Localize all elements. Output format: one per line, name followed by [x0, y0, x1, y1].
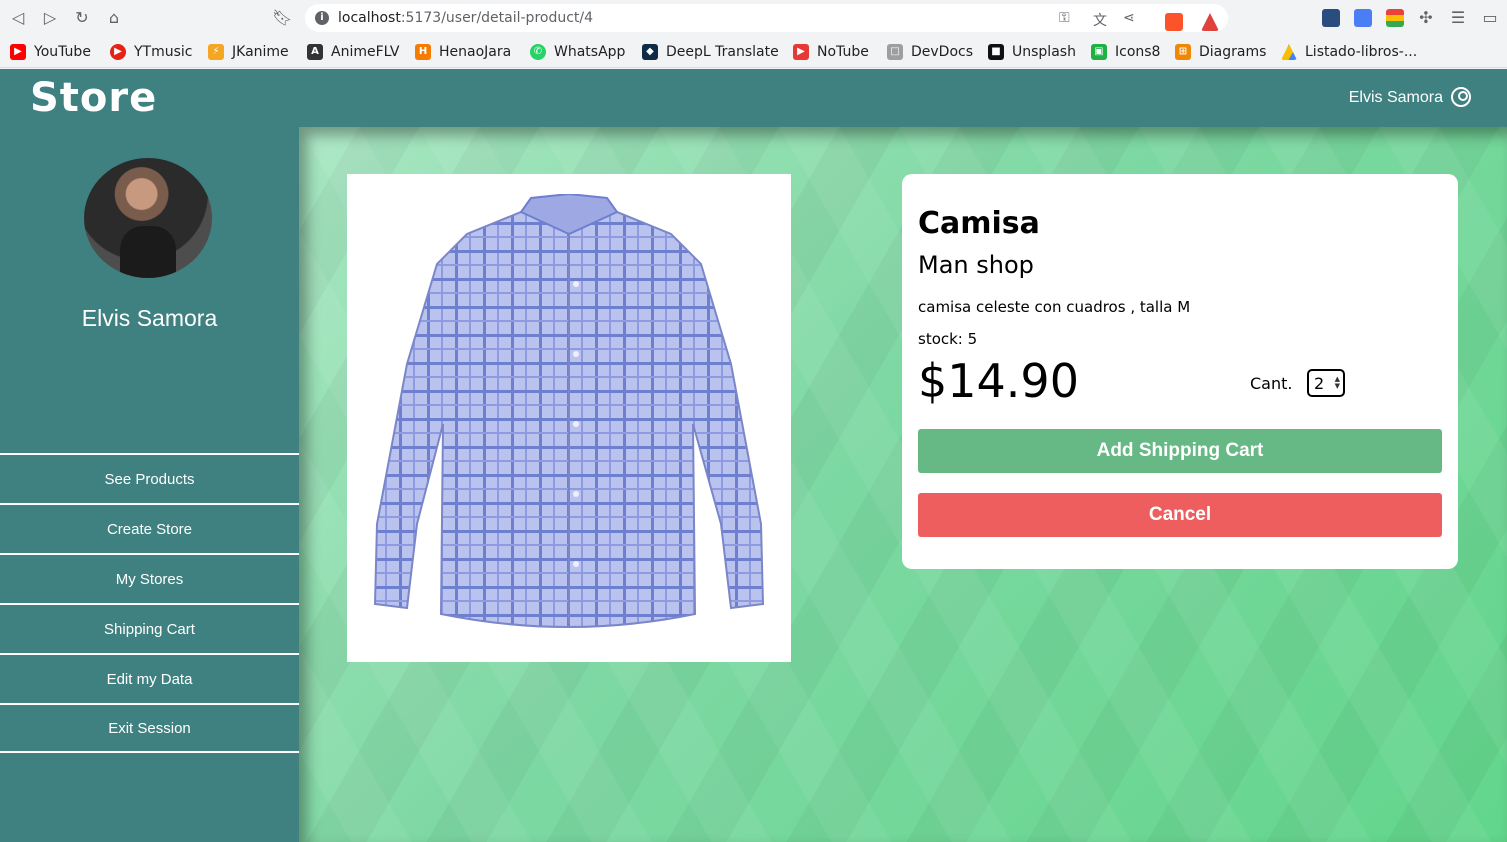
product-store: Man shop: [918, 251, 1034, 279]
unsplash-icon: ■: [988, 44, 1004, 60]
cancel-button[interactable]: Cancel: [918, 493, 1442, 537]
deepl-icon: ◆: [642, 44, 658, 60]
animeflv-icon: A: [307, 44, 323, 60]
product-stock: stock: 5: [918, 330, 978, 348]
sidebar-menu: See Products Create Store My Stores Ship…: [0, 453, 299, 753]
diagrams-icon: ⊞: [1175, 44, 1191, 60]
app-header: Store Elvis Samora: [0, 69, 1507, 127]
quantity-stepper[interactable]: 2 ▲ ▼: [1307, 369, 1345, 397]
translate-icon[interactable]: 文: [1093, 10, 1107, 30]
jkanime-icon: ⚡: [208, 44, 224, 60]
browser-toolbar: ◁ ▷ ↻ ⌂ 🔖︎ i localhost:5173/user/detail-…: [0, 0, 1507, 36]
bookmark-label: Unsplash: [1012, 44, 1076, 60]
brave-rewards-icon[interactable]: [1201, 13, 1219, 31]
sidebar-item-create-store[interactable]: Create Store: [0, 503, 299, 553]
bookmark-label: Diagrams: [1199, 44, 1267, 60]
sidebar: Elvis Samora See Products Create Store M…: [0, 127, 299, 842]
bookmark-devdocs[interactable]: □ DevDocs: [887, 42, 973, 62]
bookmark-label: DevDocs: [911, 44, 974, 60]
bookmark-unsplash[interactable]: ■ Unsplash: [988, 42, 1076, 62]
shirt-image: [373, 194, 765, 628]
bookmark-notube[interactable]: ▶ NoTube: [793, 42, 869, 62]
whatsapp-icon: ✆: [530, 44, 546, 60]
product-price: $14.90: [918, 354, 1079, 408]
ytmusic-icon: ▶: [110, 44, 126, 60]
quantity-label: Cant.: [1250, 374, 1293, 393]
bookmarks-bar: ▶ YouTube ▶ YTmusic ⚡ JKanime A AnimeFLV H He…: [0, 36, 1507, 68]
bookmark-label: DeepL Translate: [666, 44, 779, 60]
bookmark-label: WhatsApp: [554, 44, 626, 60]
wallet-icon[interactable]: ▭: [1480, 8, 1500, 28]
add-shipping-cart-button[interactable]: Add Shipping Cart: [918, 429, 1442, 473]
avatar: [84, 158, 212, 278]
bookmark-ytmusic[interactable]: ▶ YTmusic: [110, 42, 193, 62]
sidebar-item-edit-my-data[interactable]: Edit my Data: [0, 653, 299, 703]
bookmark-icons8[interactable]: ▣ Icons8: [1091, 42, 1160, 62]
sidebar-item-exit-session[interactable]: Exit Session: [0, 703, 299, 753]
notube-icon: ▶: [793, 44, 809, 60]
home-icon[interactable]: ⌂: [104, 8, 124, 28]
spinner-arrows-icon[interactable]: ▲ ▼: [1335, 376, 1340, 390]
product-detail-content: Camisa Man shop camisa celeste con cuadr…: [299, 127, 1507, 842]
back-icon[interactable]: ◁: [8, 8, 28, 28]
address-bar[interactable]: i localhost:5173/user/detail-product/4 ⚿…: [305, 4, 1228, 32]
extensions-puzzle-icon[interactable]: ✣: [1416, 8, 1436, 28]
bookmark-deepl[interactable]: ◆ DeepL Translate: [642, 42, 779, 62]
sidebar-item-shipping-cart[interactable]: Shipping Cart: [0, 603, 299, 653]
sidebar-item-see-products[interactable]: See Products: [0, 453, 299, 503]
youtube-icon: ▶: [10, 44, 26, 60]
url-text[interactable]: localhost:5173/user/detail-product/4: [338, 10, 593, 26]
site-info-icon[interactable]: i: [315, 11, 329, 25]
quantity-value: 2: [1314, 373, 1325, 393]
profile-name: Elvis Samora: [81, 305, 218, 331]
app-logo[interactable]: Store: [30, 75, 157, 121]
bookmark-label: AnimeFLV: [331, 44, 400, 60]
bookmark-youtube[interactable]: ▶ YouTube: [10, 42, 91, 62]
brave-shield-icon[interactable]: [1165, 13, 1183, 31]
key-icon[interactable]: ⚿: [1059, 10, 1070, 26]
forward-icon[interactable]: ▷: [40, 8, 60, 28]
product-title: Camisa: [918, 206, 1040, 241]
bookmark-henaojara[interactable]: H HenaoJara: [415, 42, 511, 62]
google-drive-icon: [1281, 44, 1297, 60]
extension-translate-icon[interactable]: [1354, 9, 1372, 27]
product-detail-card: Camisa Man shop camisa celeste con cuadr…: [902, 174, 1458, 569]
bookmark-jkanime[interactable]: ⚡ JKanime: [208, 42, 289, 62]
url-host: localhost: [338, 10, 401, 26]
header-user-name[interactable]: Elvis Samora: [1349, 89, 1443, 107]
bookmark-label: NoTube: [817, 44, 869, 60]
extension-color-icon[interactable]: [1386, 9, 1404, 27]
bookmark-label: Listado-libros-...: [1305, 44, 1418, 60]
bookmark-diagrams[interactable]: ⊞ Diagrams: [1175, 42, 1266, 62]
devdocs-icon: □: [887, 44, 903, 60]
bookmark-label: Icons8: [1115, 44, 1161, 60]
bookmark-listado-libros[interactable]: Listado-libros-...: [1281, 42, 1417, 62]
bookmark-icon[interactable]: 🔖︎: [272, 8, 292, 28]
henaojara-icon: H: [415, 44, 431, 60]
url-path: :5173/user/detail-product/4: [400, 10, 594, 26]
reload-icon[interactable]: ↻: [72, 8, 92, 28]
sidebar-item-my-stores[interactable]: My Stores: [0, 553, 299, 603]
bookmark-label: JKanime: [232, 44, 289, 60]
store-app: Store Elvis Samora Elvis Samora See Prod…: [0, 69, 1507, 842]
user-circle-icon[interactable]: [1451, 87, 1471, 107]
bookmark-label: YouTube: [34, 44, 91, 60]
product-image: [347, 174, 791, 662]
bookmark-animeflv[interactable]: A AnimeFLV: [307, 42, 399, 62]
bookmark-label: YTmusic: [134, 44, 193, 60]
icons8-icon: ▣: [1091, 44, 1107, 60]
product-description: camisa celeste con cuadros , talla M: [918, 298, 1191, 316]
bookmark-whatsapp[interactable]: ✆ WhatsApp: [530, 42, 625, 62]
reading-list-icon[interactable]: ☰: [1448, 8, 1468, 28]
share-icon[interactable]: ⋖: [1123, 10, 1135, 26]
extension-1-icon[interactable]: [1322, 9, 1340, 27]
bookmark-label: HenaoJara: [439, 44, 512, 60]
